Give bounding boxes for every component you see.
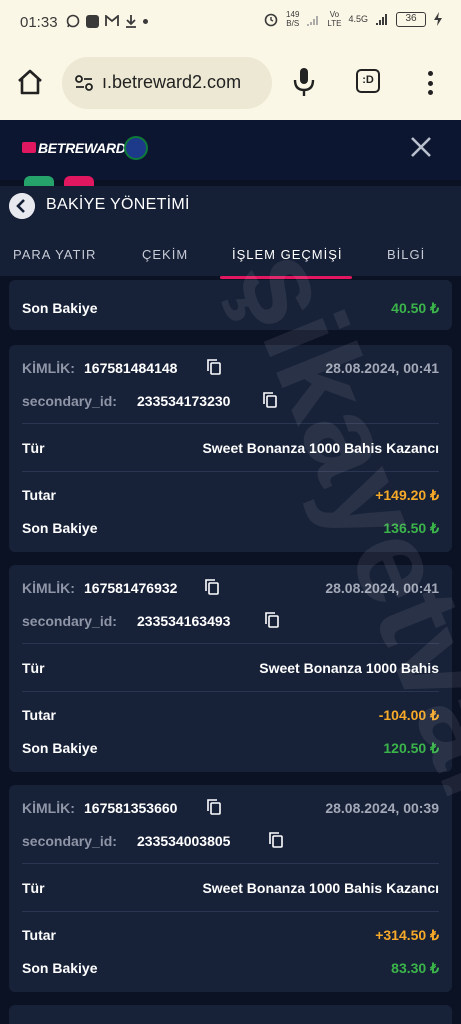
- divider: [22, 863, 439, 864]
- transaction-date: 28.08.2024, 00:39: [325, 800, 439, 816]
- tab-withdraw[interactable]: ÇEKİM: [142, 247, 188, 262]
- id-label: KİMLİK:: [22, 800, 75, 816]
- copy-icon[interactable]: [207, 799, 221, 815]
- transaction-card: KİMLİK: 167581476932 28.08.2024, 00:41 s…: [9, 565, 452, 772]
- secondary-id: 233534173230: [137, 393, 231, 409]
- signal-icon: [307, 15, 319, 26]
- signal-strength-icon: [376, 13, 387, 25]
- charging-icon: [434, 12, 442, 26]
- more-notifications-dot: [143, 18, 148, 24]
- amount-label: Tutar: [22, 487, 56, 503]
- network-type: 4.5G: [348, 14, 368, 24]
- transaction-id: 167581484148: [84, 360, 178, 376]
- balance-label: Son Bakiye: [22, 300, 98, 316]
- type-label: Tür: [22, 880, 45, 896]
- copy-icon[interactable]: [263, 392, 277, 408]
- transaction-amount: +149.20 ₺: [375, 487, 439, 503]
- battery-indicator: 36: [396, 11, 426, 27]
- transaction-card-partial: Son Bakiye 40.50 ₺: [9, 280, 452, 330]
- whatsapp-icon: [66, 14, 80, 28]
- copy-icon[interactable]: [269, 832, 283, 848]
- secondary-id-label: secondary_id:: [22, 613, 117, 629]
- tab-info[interactable]: BİLGİ: [387, 247, 425, 262]
- page-title: BAKİYE YÖNETİMİ: [46, 196, 190, 213]
- tab-deposit[interactable]: PARA YATIR: [13, 247, 96, 262]
- divider: [22, 691, 439, 692]
- balance-label: Son Bakiye: [22, 960, 98, 976]
- transaction-type: Sweet Bonanza 1000 Bahis Kazancı: [202, 440, 439, 456]
- transaction-card: KİMLİK: 167581353660 28.08.2024, 00:39 s…: [9, 785, 452, 992]
- gmail-icon: [105, 15, 119, 26]
- id-label: KİMLİK:: [22, 580, 75, 596]
- back-button[interactable]: [9, 193, 35, 219]
- net-speed: 149 B/S: [286, 10, 300, 28]
- app-notification-icon: [86, 14, 99, 28]
- alarm-icon: [264, 13, 278, 27]
- transaction-date: 28.08.2024, 00:41: [325, 580, 439, 596]
- secondary-id-label: secondary_id:: [22, 833, 117, 849]
- divider: [22, 423, 439, 424]
- brand-logo-icon: [22, 142, 36, 153]
- transaction-date: 28.08.2024, 00:41: [325, 360, 439, 376]
- close-icon[interactable]: [408, 134, 434, 160]
- system-icons: 149 B/S Vo LTE 4.5G 36: [263, 10, 443, 28]
- transaction-id: 167581353660: [84, 800, 178, 816]
- transaction-card: KİMLİK: 167581484148 28.08.2024, 00:41 s…: [9, 345, 452, 552]
- address-bar[interactable]: ı.betreward2.com: [62, 57, 272, 109]
- secondary-id-label: secondary_id:: [22, 393, 117, 409]
- copy-icon[interactable]: [207, 359, 221, 375]
- microphone-icon[interactable]: [290, 66, 318, 98]
- active-tab-indicator: [220, 276, 352, 279]
- download-icon: [126, 15, 136, 28]
- copy-icon[interactable]: [205, 579, 219, 595]
- balance-label: Son Bakiye: [22, 520, 98, 536]
- browser-menu-button[interactable]: [420, 68, 440, 98]
- balance-label: Son Bakiye: [22, 740, 98, 756]
- status-time: 01:33: [20, 14, 58, 31]
- site-settings-icon[interactable]: [74, 73, 94, 93]
- type-label: Tür: [22, 440, 45, 456]
- balance-value: 136.50 ₺: [383, 520, 439, 536]
- secondary-id: 233534003805: [137, 833, 231, 849]
- amount-label: Tutar: [22, 927, 56, 943]
- amount-label: Tutar: [22, 707, 56, 723]
- secondary-id: 233534163493: [137, 613, 231, 629]
- tab-transaction-history[interactable]: İŞLEM GEÇMİŞİ: [232, 247, 343, 262]
- transaction-id: 167581476932: [84, 580, 178, 596]
- divider: [22, 911, 439, 912]
- browser-toolbar: ı.betreward2.com :D: [0, 46, 461, 120]
- flag-icon[interactable]: [124, 136, 148, 160]
- balance-value: 40.50 ₺: [391, 300, 439, 316]
- transaction-type: Sweet Bonanza 1000 Bahis: [259, 660, 439, 676]
- transaction-amount: +314.50 ₺: [375, 927, 439, 943]
- url-text: ı.betreward2.com: [102, 72, 242, 92]
- notification-icons: [66, 14, 148, 28]
- transaction-type: Sweet Bonanza 1000 Bahis Kazancı: [202, 880, 439, 896]
- tab-switcher-button[interactable]: :D: [356, 69, 380, 93]
- id-label: KİMLİK:: [22, 360, 75, 376]
- divider: [22, 643, 439, 644]
- transaction-card-partial: [9, 1005, 452, 1024]
- transaction-amount: -104.00 ₺: [378, 707, 439, 723]
- copy-icon[interactable]: [265, 612, 279, 628]
- home-icon[interactable]: [16, 68, 44, 96]
- volte-indicator: Vo LTE: [327, 10, 342, 28]
- balance-value: 83.30 ₺: [391, 960, 439, 976]
- balance-value: 120.50 ₺: [383, 740, 439, 756]
- divider: [22, 471, 439, 472]
- type-label: Tür: [22, 660, 45, 676]
- status-bar: 01:33 149 B/S Vo LTE 4.5G 36: [0, 0, 461, 46]
- brand-logo[interactable]: BETREWARD: [38, 140, 126, 156]
